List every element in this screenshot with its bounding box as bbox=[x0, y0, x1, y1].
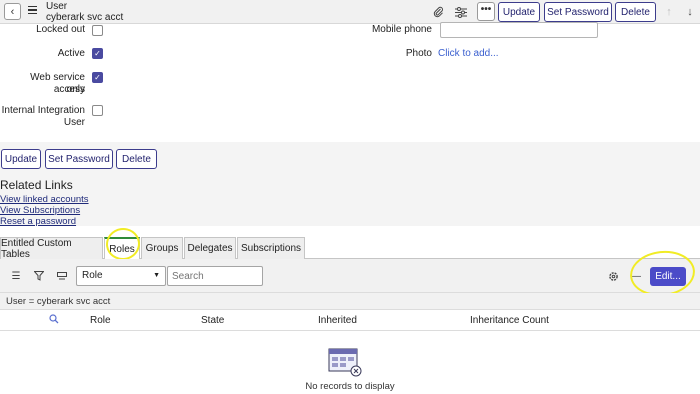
no-records-message: No records to display bbox=[305, 381, 395, 392]
tab-groups[interactable]: Groups bbox=[141, 237, 183, 259]
internal-integration-label-line1: Internal Integration bbox=[1, 105, 85, 116]
header-delete-button[interactable]: Delete bbox=[615, 2, 656, 22]
photo-label: Photo bbox=[405, 48, 432, 59]
tab-entitled-custom-tables[interactable]: Entitled Custom Tables bbox=[0, 237, 103, 260]
related-links-title: Related Links bbox=[0, 178, 73, 192]
mobile-phone-input[interactable] bbox=[440, 22, 598, 38]
column-search-icon[interactable] bbox=[49, 314, 59, 327]
column-header-state[interactable]: State bbox=[201, 315, 224, 326]
internal-integration-label-line2: User bbox=[63, 117, 85, 128]
photo-add-link[interactable]: Click to add... bbox=[438, 48, 499, 59]
list-menu-icon[interactable]: ☰ bbox=[10, 270, 22, 282]
tab-subscriptions[interactable]: Subscriptions bbox=[237, 237, 305, 259]
hamburger-menu-icon[interactable] bbox=[28, 6, 37, 14]
table-header: Role State Inherited Inheritance Count bbox=[0, 311, 700, 331]
no-records-icon bbox=[328, 348, 362, 381]
set-password-button[interactable]: Set Password bbox=[45, 149, 113, 169]
user-form: Locked out Active ✓ Web service access o… bbox=[0, 22, 700, 142]
group-by-icon[interactable] bbox=[56, 270, 68, 282]
search-field-value: Role bbox=[82, 270, 103, 281]
more-options-button[interactable]: ••• bbox=[477, 2, 495, 21]
header-update-button[interactable]: Update bbox=[498, 2, 540, 22]
active-label: Active bbox=[57, 48, 85, 59]
web-service-label-line2: only bbox=[66, 84, 85, 95]
settings-sliders-icon[interactable] bbox=[454, 5, 468, 19]
view-subscriptions-link[interactable]: View Subscriptions bbox=[0, 205, 80, 216]
dropdown-arrow-icon: ▼ bbox=[153, 272, 160, 279]
checkmark-icon: ✓ bbox=[94, 49, 101, 58]
update-button[interactable]: Update bbox=[1, 149, 41, 169]
view-linked-accounts-link[interactable]: View linked accounts bbox=[0, 194, 89, 205]
active-checkbox[interactable]: ✓ bbox=[92, 48, 103, 59]
tab-delegates[interactable]: Delegates bbox=[184, 237, 236, 259]
arrow-down-icon[interactable]: ↓ bbox=[683, 5, 697, 19]
record-type-title: User bbox=[46, 1, 68, 12]
search-field-select[interactable]: Role ▼ bbox=[76, 266, 166, 286]
column-header-inherited[interactable]: Inherited bbox=[318, 315, 357, 326]
header-set-password-button[interactable]: Set Password bbox=[544, 2, 612, 22]
filter-icon[interactable] bbox=[33, 270, 45, 282]
arrow-up-icon[interactable]: ↑ bbox=[662, 5, 676, 19]
chevron-left-icon: ‹ bbox=[10, 5, 15, 18]
list-search-input[interactable] bbox=[167, 266, 263, 286]
form-header: ‹ User cyberark svc acct ••• Update Set … bbox=[0, 0, 700, 24]
back-button[interactable]: ‹ bbox=[4, 3, 21, 20]
delete-button[interactable]: Delete bbox=[116, 149, 157, 169]
checkmark-icon: ✓ bbox=[94, 73, 101, 82]
locked-out-checkbox[interactable] bbox=[92, 25, 103, 36]
locked-out-label: Locked out bbox=[36, 24, 85, 35]
column-header-inheritance-count[interactable]: Inheritance Count bbox=[470, 315, 549, 326]
reset-password-link[interactable]: Reset a password bbox=[0, 216, 76, 227]
paperclip-icon[interactable] bbox=[431, 5, 445, 19]
filter-breadcrumb[interactable]: User = cyberark svc acct bbox=[0, 293, 700, 310]
web-service-checkbox[interactable]: ✓ bbox=[92, 72, 103, 83]
list-toolbar: ☰ Role ▼ — Edit... bbox=[0, 259, 700, 293]
gear-icon[interactable] bbox=[607, 270, 619, 282]
column-header-role[interactable]: Role bbox=[90, 315, 111, 326]
mobile-phone-label: Mobile phone bbox=[371, 24, 432, 35]
record-display-name: cyberark svc acct bbox=[46, 12, 124, 23]
internal-integration-checkbox[interactable] bbox=[92, 105, 103, 116]
